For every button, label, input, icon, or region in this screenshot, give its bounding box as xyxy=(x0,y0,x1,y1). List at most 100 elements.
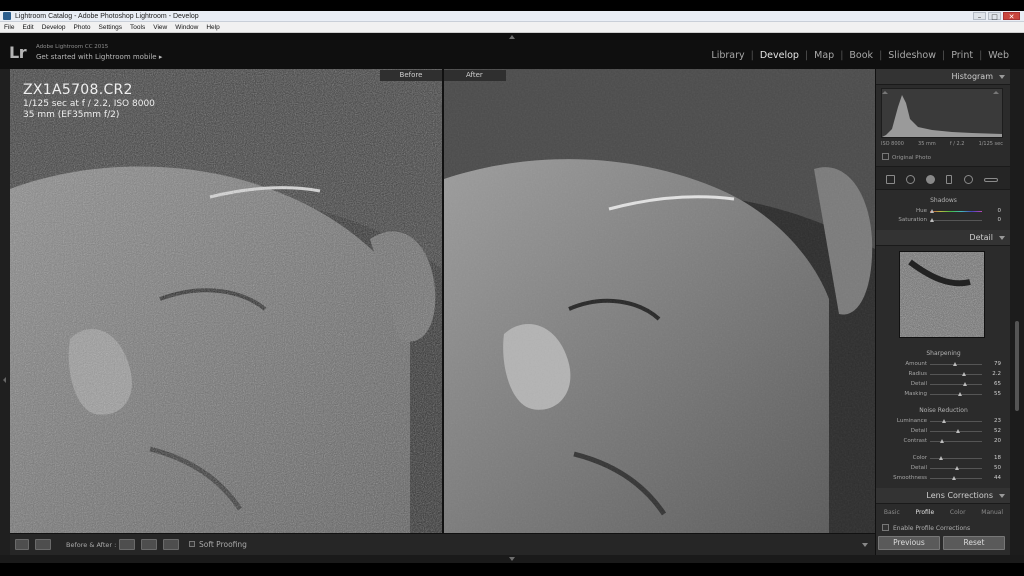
menu-edit[interactable]: Edit xyxy=(18,24,37,31)
color-detail-value[interactable]: 50 xyxy=(994,465,1001,471)
color-detail-knob[interactable] xyxy=(955,466,959,470)
top-panel-toggle-icon[interactable] xyxy=(509,35,515,39)
luminance-detail-value[interactable]: 52 xyxy=(994,428,1001,434)
color-detail-row[interactable]: Detail 50 xyxy=(876,464,1011,473)
maximize-button[interactable]: □ xyxy=(988,12,1001,21)
lens-corrections-header[interactable]: Lens Corrections xyxy=(876,488,1011,504)
histogram-header[interactable]: Histogram xyxy=(876,69,1011,85)
loupe-view-icon[interactable] xyxy=(15,539,29,550)
module-library[interactable]: Library xyxy=(705,50,750,61)
menu-help[interactable]: Help xyxy=(202,24,223,31)
luminance-detail-row[interactable]: Detail 52 xyxy=(876,427,1011,436)
saturation-track[interactable] xyxy=(930,218,982,222)
menu-file[interactable]: File xyxy=(0,24,18,31)
original-photo-toggle[interactable]: Original Photo xyxy=(882,153,931,161)
after-image[interactable] xyxy=(444,69,875,533)
radius-value[interactable]: 2.2 xyxy=(992,371,1001,377)
color-row[interactable]: Color 18 xyxy=(876,454,1011,463)
color-value[interactable]: 18 xyxy=(994,455,1001,461)
before-after-view-icon[interactable] xyxy=(35,539,51,550)
shadows-hue-row[interactable]: Hue 0 xyxy=(876,207,1011,216)
contrast-track[interactable] xyxy=(930,439,982,443)
smoothness-row[interactable]: Smoothness 44 xyxy=(876,474,1011,483)
spot-removal-icon[interactable] xyxy=(906,175,915,184)
luminance-row[interactable]: Luminance 23 xyxy=(876,417,1011,426)
detail-header[interactable]: Detail xyxy=(876,230,1011,246)
amount-track[interactable] xyxy=(930,362,982,366)
smoothness-value[interactable]: 44 xyxy=(994,475,1001,481)
menu-settings[interactable]: Settings xyxy=(95,24,127,31)
copy-after-to-before-icon[interactable] xyxy=(141,539,157,550)
enable-profile-corrections-checkbox[interactable]: Enable Profile Corrections xyxy=(882,524,970,532)
radius-knob[interactable] xyxy=(961,372,966,376)
tab-manual[interactable]: Manual xyxy=(981,509,1003,516)
menu-view[interactable]: View xyxy=(149,24,171,31)
masking-value[interactable]: 55 xyxy=(994,391,1001,397)
before-image[interactable] xyxy=(10,69,442,533)
detail-knob[interactable] xyxy=(962,382,967,386)
detail-track[interactable] xyxy=(930,382,982,386)
menu-develop[interactable]: Develop xyxy=(38,24,70,31)
amount-knob[interactable] xyxy=(952,362,957,366)
tab-profile[interactable]: Profile xyxy=(915,509,934,516)
masking-track[interactable] xyxy=(930,392,982,396)
lightroom-mobile-link[interactable]: Get started with Lightroom mobile ▸ xyxy=(36,53,162,61)
shadows-saturation-row[interactable]: Saturation 0 xyxy=(876,216,1011,225)
masking-row[interactable]: Masking 55 xyxy=(876,390,1011,399)
module-web[interactable]: Web xyxy=(982,50,1015,61)
menu-tools[interactable]: Tools xyxy=(126,24,149,31)
contrast-row[interactable]: Contrast 20 xyxy=(876,437,1011,446)
luminance-track[interactable] xyxy=(930,419,982,423)
module-develop[interactable]: Develop xyxy=(754,50,805,61)
color-detail-track[interactable] xyxy=(930,466,982,470)
soft-proofing-checkbox[interactable] xyxy=(189,541,195,547)
luminance-detail-knob[interactable] xyxy=(956,429,960,433)
module-print[interactable]: Print xyxy=(945,50,979,61)
masking-knob[interactable] xyxy=(957,392,962,396)
toolbar-menu-chevron-down-icon[interactable] xyxy=(862,543,868,547)
scrollbar-thumb[interactable] xyxy=(1015,321,1019,411)
menu-photo[interactable]: Photo xyxy=(70,24,95,31)
minimize-button[interactable]: – xyxy=(973,12,986,21)
radial-filter-icon[interactable] xyxy=(964,175,973,184)
graduated-filter-icon[interactable] xyxy=(946,175,952,184)
contrast-knob[interactable] xyxy=(940,439,944,443)
module-book[interactable]: Book xyxy=(843,50,879,61)
amount-value[interactable]: 79 xyxy=(994,361,1001,367)
hue-knob[interactable] xyxy=(930,209,934,213)
radius-row[interactable]: Radius 2.2 xyxy=(876,370,1011,379)
close-button[interactable]: ✕ xyxy=(1003,12,1020,21)
tab-basic[interactable]: Basic xyxy=(884,509,900,516)
adjustment-brush-icon[interactable] xyxy=(984,178,998,182)
color-track[interactable] xyxy=(930,456,982,460)
hue-value[interactable]: 0 xyxy=(998,208,1002,214)
bottom-panel-toggle-icon[interactable] xyxy=(509,557,515,561)
luminance-detail-track[interactable] xyxy=(930,429,982,433)
color-knob[interactable] xyxy=(939,456,943,460)
module-slideshow[interactable]: Slideshow xyxy=(882,50,942,61)
saturation-value[interactable]: 0 xyxy=(998,217,1002,223)
menu-window[interactable]: Window xyxy=(171,24,202,31)
red-eye-icon[interactable] xyxy=(926,175,935,184)
swap-settings-icon[interactable] xyxy=(163,539,179,550)
saturation-knob[interactable] xyxy=(930,218,934,222)
right-panel-scrollbar[interactable] xyxy=(1010,69,1024,555)
reset-button[interactable]: Reset xyxy=(943,536,1005,550)
image-view[interactable]: Before After ZX1A5708.CR2 1/125 sec at f… xyxy=(10,69,875,533)
amount-row[interactable]: Amount 79 xyxy=(876,360,1011,369)
tab-color[interactable]: Color xyxy=(950,509,966,516)
left-panel-toggle-icon[interactable] xyxy=(3,377,6,383)
copy-before-to-after-icon[interactable] xyxy=(119,539,135,550)
crop-tool-icon[interactable] xyxy=(886,175,895,184)
smoothness-track[interactable] xyxy=(930,476,982,480)
detail-zoom-preview[interactable] xyxy=(899,251,985,338)
module-map[interactable]: Map xyxy=(808,50,840,61)
detail-row[interactable]: Detail 65 xyxy=(876,380,1011,389)
radius-track[interactable] xyxy=(930,372,982,376)
smoothness-knob[interactable] xyxy=(952,476,956,480)
luminance-value[interactable]: 23 xyxy=(994,418,1001,424)
previous-button[interactable]: Previous xyxy=(878,536,940,550)
luminance-knob[interactable] xyxy=(941,419,946,423)
hue-track[interactable] xyxy=(930,209,982,213)
left-panel-collapsed[interactable] xyxy=(0,69,10,561)
